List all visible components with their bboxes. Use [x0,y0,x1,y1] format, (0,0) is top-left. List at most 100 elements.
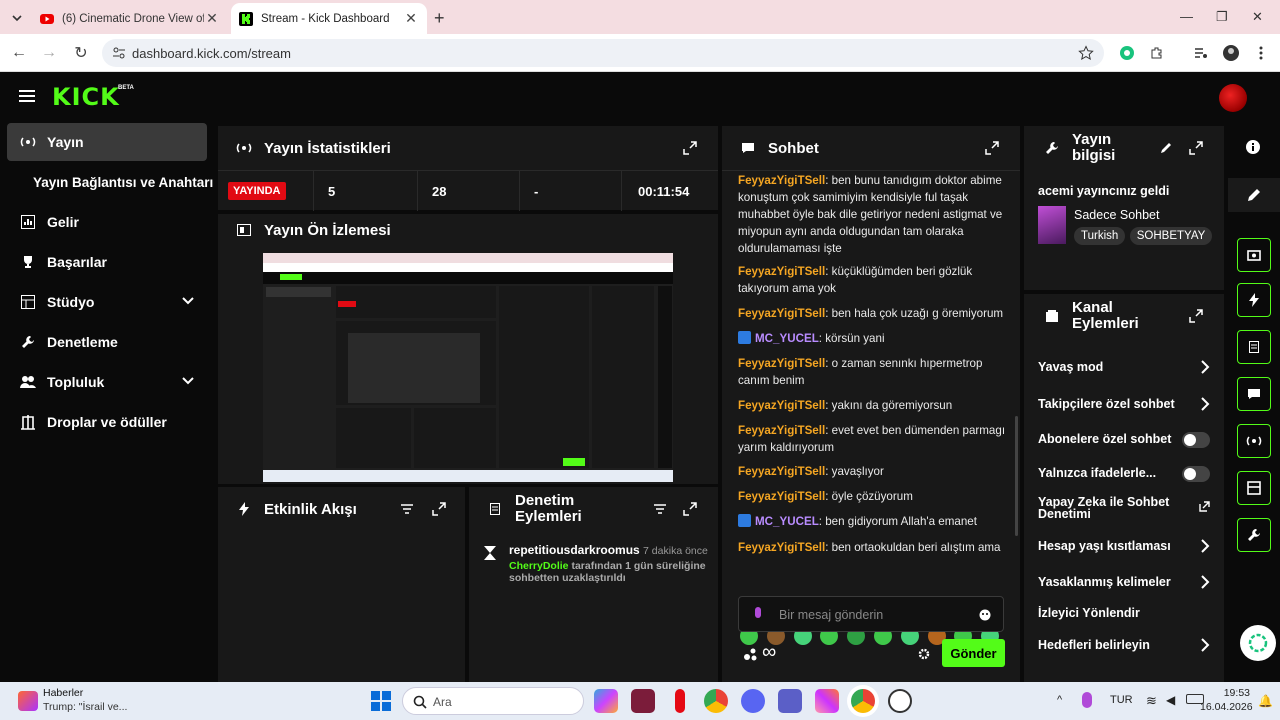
chevron-right-icon[interactable] [1200,360,1210,374]
extension-green-icon[interactable] [1118,44,1136,62]
popout-icon[interactable] [682,501,698,517]
wifi-icon[interactable]: ≋ [1146,693,1157,709]
category-thumbnail[interactable] [1038,206,1066,244]
minimize-button[interactable]: — [1180,9,1193,24]
chrome-active-icon[interactable] [851,689,875,713]
chat-username[interactable]: FeyyazYigiTSell [738,399,825,412]
clock-date[interactable]: 16.04.2026 [1200,701,1253,713]
info-icon[interactable] [1246,140,1260,154]
sidebar-item-droplar[interactable]: Droplar ve ödüller [7,403,207,441]
layout-button[interactable] [1237,471,1271,505]
kick-logo[interactable]: KICK [52,85,120,109]
filter-icon[interactable] [652,501,668,517]
bookmark-star-icon[interactable] [1078,45,1094,61]
tray-chevron-icon[interactable]: ^ [1057,694,1062,706]
sidebar-item-topluluk[interactable]: Topluluk [7,363,207,401]
microphone-icon[interactable] [753,607,763,623]
taskbar-search[interactable]: Ara [402,687,584,715]
back-arrow-icon[interactable]: ← [10,44,28,62]
app-icon[interactable] [888,689,912,713]
assistant-button[interactable] [1240,625,1276,661]
chat-tools-button[interactable] [1237,377,1271,411]
chat-username[interactable]: FeyyazYigiTSell [738,357,825,370]
chevron-right-icon[interactable] [1200,539,1210,553]
netflix-icon[interactable] [675,689,685,713]
new-tab-button[interactable]: + [434,8,445,29]
profile-avatar-icon[interactable] [1222,44,1240,62]
filter-icon[interactable] [399,501,415,517]
chevron-right-icon[interactable] [1200,397,1210,411]
edit-pencil-icon[interactable] [1158,140,1174,156]
user-avatar[interactable] [1219,84,1247,112]
teams-icon[interactable] [778,689,802,713]
sidebar-item-stream-key[interactable]: Yayın Bağlantısı ve Anahtarı [7,163,213,201]
tag-pill[interactable]: SOHBETYAY [1129,227,1213,245]
sidebar-item-studyo[interactable]: Stüdyo [7,283,207,321]
news-widget-icon[interactable] [18,691,38,711]
broadcast-button[interactable] [1237,424,1271,458]
news-subtitle[interactable]: Trump: "İsrail ve... [43,701,127,713]
discord-icon[interactable] [741,689,765,713]
emotes-only-toggle[interactable] [1182,466,1210,482]
popout-icon[interactable] [682,140,698,156]
sidebar-item-denetleme[interactable]: Denetleme [7,323,207,361]
host-viewers-item[interactable]: İzleyici Yönlendir [1038,606,1218,620]
clock-time[interactable]: 19:53 [1210,687,1250,699]
app-icon[interactable] [631,689,655,713]
banned-words-item[interactable]: Yasaklanmış kelimeler [1038,575,1218,589]
tab-kick-dashboard[interactable]: Stream - Kick Dashboard ✕ [231,3,427,34]
microphone-icon[interactable] [1082,692,1092,708]
popout-icon[interactable] [1188,140,1204,156]
sidebar-item-basarilar[interactable]: Başarılar [7,243,207,281]
site-settings-icon[interactable] [112,46,126,60]
news-title[interactable]: Haberler [43,687,83,699]
tab-search-button[interactable] [6,7,28,29]
tag-pill[interactable]: Turkish [1074,227,1126,245]
url-field[interactable]: dashboard.kick.com/stream [102,39,1104,67]
followers-only-item[interactable]: Takipçilere özel sohbet [1038,397,1218,411]
reload-icon[interactable]: ↻ [72,44,90,62]
send-button[interactable]: Gönder [942,639,1005,667]
hamburger-menu-icon[interactable] [19,89,35,103]
copilot-icon[interactable] [594,689,618,713]
gear-icon[interactable] [918,648,930,660]
chevron-right-icon[interactable] [1200,638,1210,652]
chat-username[interactable]: FeyyazYigiTSell [738,541,825,554]
sidebar-item-yayin[interactable]: Yayın [7,123,207,161]
forward-arrow-icon[interactable]: → [40,44,58,62]
notes-button[interactable] [1237,330,1271,364]
instagram-icon[interactable] [815,689,839,713]
chat-username[interactable]: FeyyazYigiTSell [738,465,825,478]
edit-pencil-icon[interactable] [1247,188,1261,202]
window-close-button[interactable]: ✕ [1252,9,1263,25]
emoji-icon[interactable] [979,609,991,621]
subscribers-only-toggle[interactable] [1182,432,1210,448]
ai-moderation-item[interactable]: Yapay Zeka ile Sohbet Denetimi [1038,496,1198,521]
category-name[interactable]: Sadece Sohbet [1074,208,1160,222]
tab-youtube[interactable]: (6) Cinematic Drone View of Lo ✕ [32,3,228,34]
goals-item[interactable]: Hedefleri belirleyin [1038,638,1218,652]
mod-action-actor[interactable]: CherryDolie [509,560,569,572]
external-link-icon[interactable] [1199,501,1210,512]
sidebar-item-gelir[interactable]: Gelir [7,203,207,241]
chat-username[interactable]: MC_YUCEL [755,332,819,345]
chrome-icon[interactable] [704,689,728,713]
slow-mode-item[interactable]: Yavaş mod [1038,360,1218,374]
chat-username[interactable]: FeyyazYigiTSell [738,424,825,437]
maximize-button[interactable]: ❐ [1216,9,1228,25]
chevron-right-icon[interactable] [1200,575,1210,589]
language-indicator[interactable]: TUR [1110,694,1133,706]
chat-scrollbar[interactable] [1015,416,1018,536]
chat-username[interactable]: MC_YUCEL [755,515,819,528]
close-tab-icon[interactable]: ✕ [204,10,220,27]
volume-icon[interactable]: ◀ [1166,693,1175,707]
media-controls-icon[interactable] [1192,44,1210,62]
notification-bell-icon[interactable]: 🔔 [1258,694,1273,708]
extensions-puzzle-icon[interactable] [1148,44,1166,62]
chat-username[interactable]: FeyyazYigiTSell [738,174,825,187]
chat-input[interactable]: Bir mesaj gönderin [738,596,1004,632]
chat-username[interactable]: FeyyazYigiTSell [738,265,825,278]
browser-menu-icon[interactable] [1252,44,1270,62]
chat-username[interactable]: FeyyazYigiTSell [738,307,825,320]
clip-button[interactable] [1237,238,1271,272]
